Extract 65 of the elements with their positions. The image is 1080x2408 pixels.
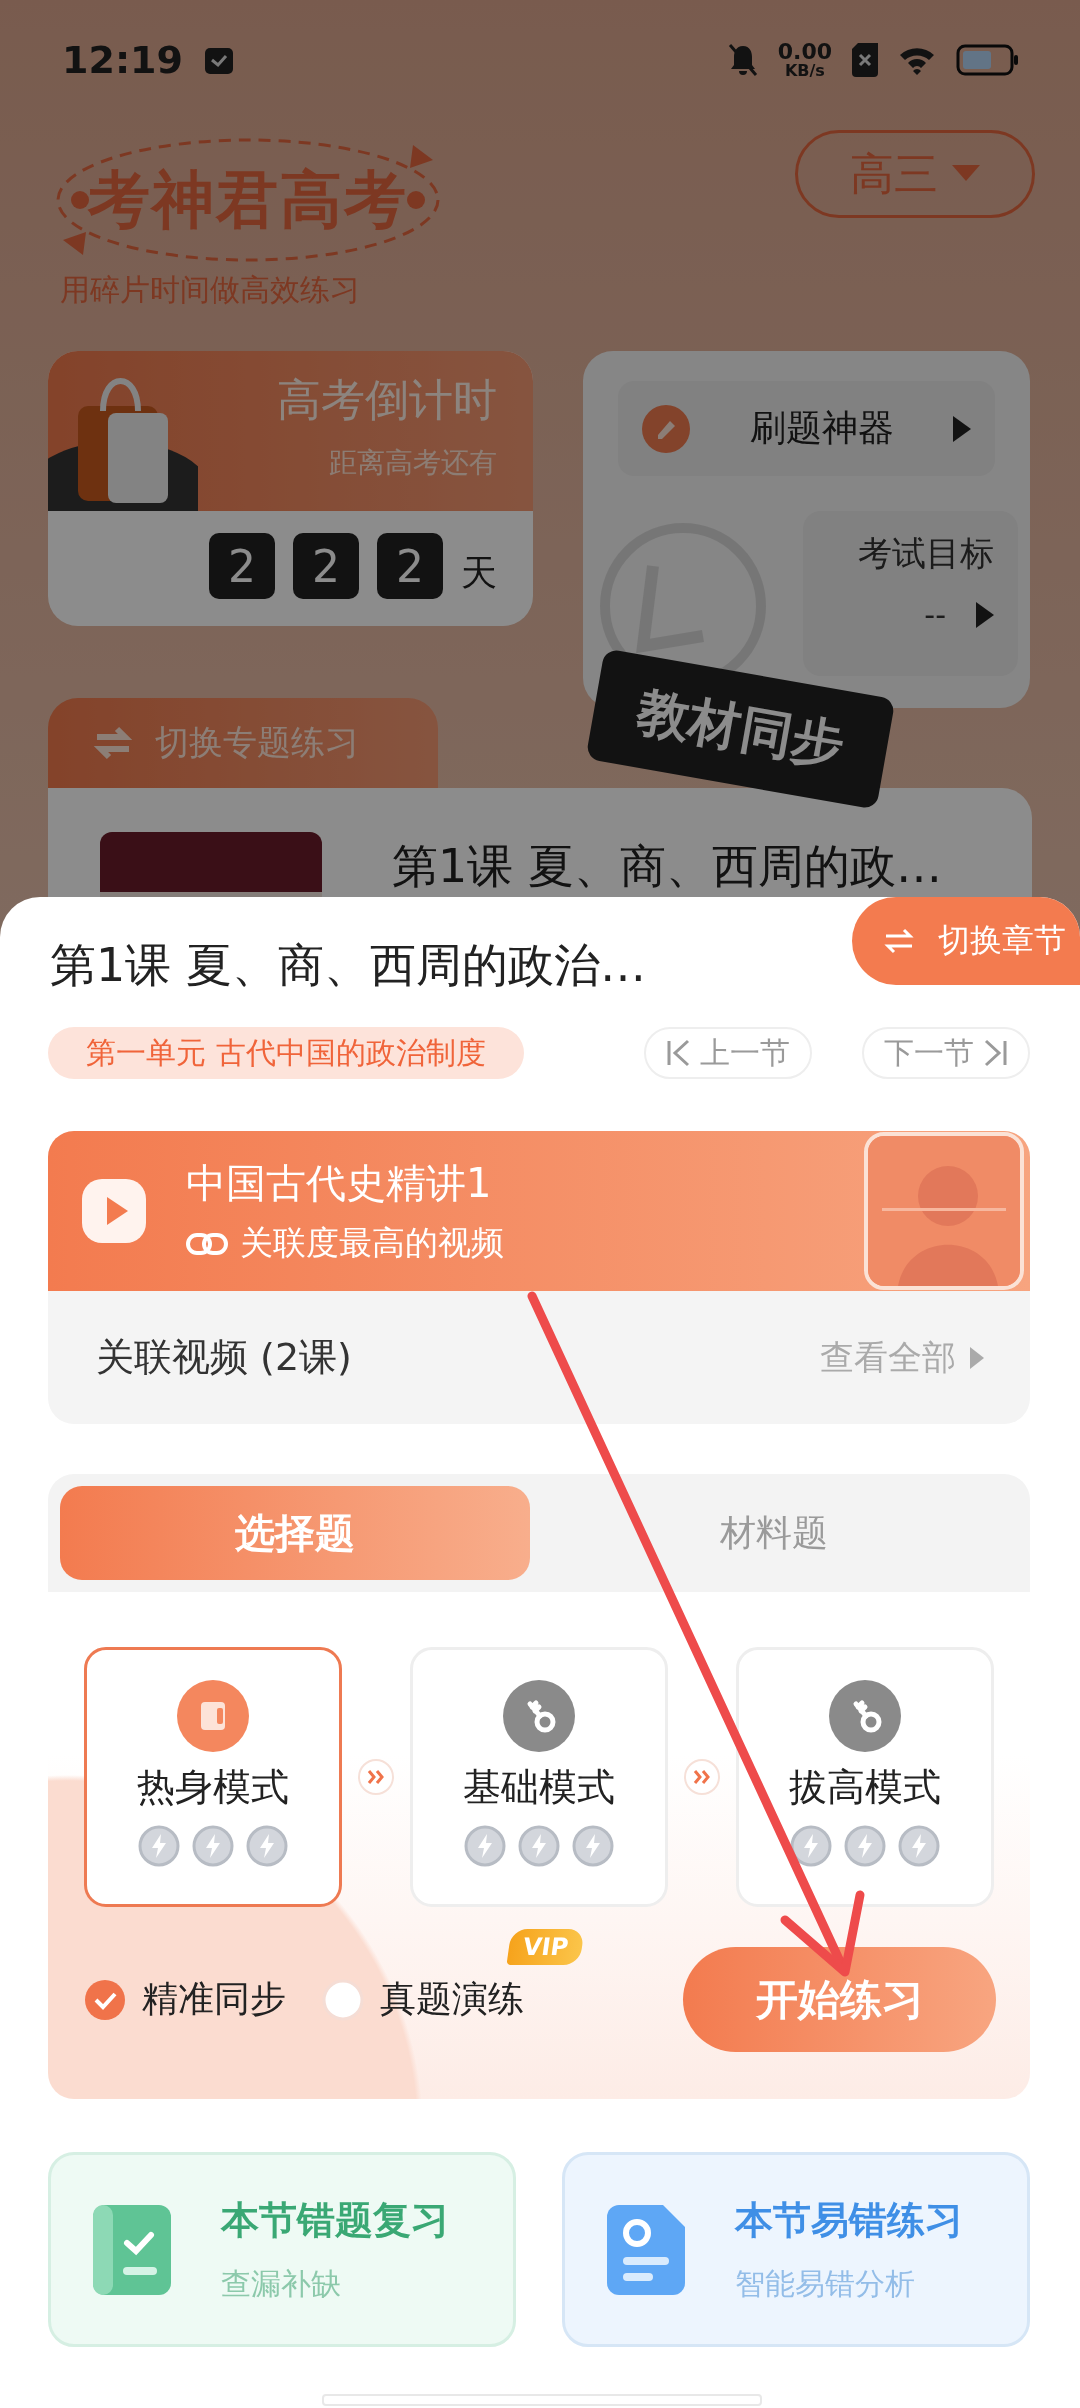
mode-card[interactable]: 拔高模式 bbox=[736, 1647, 994, 1907]
battery-icon bbox=[956, 44, 1018, 76]
lightning-coin-icon bbox=[790, 1825, 832, 1867]
play-arrow-icon bbox=[976, 601, 994, 628]
lightning-coin-icon bbox=[572, 1825, 614, 1867]
exam-goal-value: -- bbox=[924, 597, 946, 632]
sim-card-icon bbox=[852, 43, 878, 77]
wifi-icon bbox=[898, 45, 936, 75]
mode-card[interactable]: 基础模式 bbox=[410, 1647, 668, 1907]
lightning-coin-icon bbox=[518, 1825, 560, 1867]
unit-tag: 第一单元 古代中国的政治制度 bbox=[48, 1027, 524, 1079]
lightning-coin-icon bbox=[844, 1825, 886, 1867]
lesson-title: 第1课 夏、商、西周的政治… bbox=[49, 937, 646, 994]
pencil-badge-icon bbox=[642, 404, 690, 453]
video-card[interactable]: 中国古代史精讲1 关联度最高的视频 关联视频 (2课) 查看全部 bbox=[48, 1131, 1030, 1424]
previous-section-button[interactable]: 上一节 bbox=[644, 1027, 812, 1079]
next-section-button[interactable]: 下一节 bbox=[862, 1027, 1030, 1079]
play-arrow-icon bbox=[970, 1346, 984, 1369]
vip-badge: VIP bbox=[506, 1929, 585, 1965]
checklist-icon bbox=[93, 2204, 171, 2295]
play-icon bbox=[82, 1179, 146, 1243]
switch-chapter-button[interactable]: 切换章节 bbox=[852, 897, 1080, 985]
double-chevron-icon bbox=[684, 1759, 720, 1795]
option-checkbox[interactable]: 精准同步 bbox=[84, 1975, 286, 2024]
exam-goal-label: 考试目标 bbox=[858, 532, 994, 575]
double-chevron-icon bbox=[358, 1759, 394, 1795]
lightning-coin-icon bbox=[192, 1825, 234, 1867]
swap-arrows-icon bbox=[93, 725, 133, 761]
lightning-coin-icon bbox=[898, 1825, 940, 1867]
skip-back-icon bbox=[666, 1039, 692, 1067]
caret-icon bbox=[952, 165, 980, 183]
empty-circle-icon bbox=[322, 1978, 364, 2021]
shortcut-card[interactable]: 本节错题复习 查漏补缺 bbox=[48, 2152, 516, 2347]
shortcut-card[interactable]: 本节易错练习 智能易错分析 bbox=[562, 2152, 1030, 2347]
countdown-digit: 2 bbox=[293, 533, 359, 599]
lightning-coin-icon bbox=[138, 1825, 180, 1867]
bell-muted-icon bbox=[727, 43, 758, 77]
document-icon bbox=[607, 2204, 685, 2295]
network-speed: 0.00 bbox=[777, 41, 832, 63]
day-unit: 天 bbox=[461, 550, 497, 595]
countdown-digit: 2 bbox=[209, 533, 275, 599]
practice-tool-button[interactable]: 刷题神器 bbox=[618, 381, 995, 476]
question-type-tab[interactable]: 材料题 bbox=[530, 1486, 1018, 1580]
start-practice-button[interactable]: 开始练习 bbox=[683, 1947, 996, 2052]
related-videos-label: 关联视频 (2课) bbox=[96, 1334, 352, 1381]
status-time: 12:19 bbox=[62, 38, 183, 82]
view-all-link[interactable]: 查看全部 bbox=[814, 1333, 990, 1382]
mode-card[interactable]: 热身模式 bbox=[84, 1647, 342, 1907]
lightning-coin-icon bbox=[464, 1825, 506, 1867]
countdown-title: 高考倒计时 bbox=[277, 373, 497, 427]
video-title: 中国古代史精讲1 bbox=[186, 1159, 493, 1208]
checked-circle-icon bbox=[84, 1978, 126, 2021]
option-checkbox[interactable]: 真题演练 bbox=[322, 1975, 524, 2024]
video-subtitle: 关联度最高的视频 bbox=[240, 1222, 504, 1264]
countdown-digit: 2 bbox=[377, 533, 443, 599]
lesson-title: 第1课 夏、商、西周的政… bbox=[392, 838, 942, 895]
switch-topic-tab[interactable]: 切换专题练习 bbox=[48, 698, 438, 788]
network-unit: KB/s bbox=[784, 63, 825, 79]
play-arrow-icon bbox=[953, 415, 971, 442]
swap-arrows-icon bbox=[884, 927, 914, 955]
exam-goal-panel[interactable]: 考试目标 -- bbox=[803, 511, 1018, 676]
lightning-coin-icon bbox=[246, 1825, 288, 1867]
question-type-tab[interactable]: 选择题 bbox=[60, 1486, 530, 1580]
skip-forward-icon bbox=[982, 1039, 1008, 1067]
link-icon bbox=[186, 1231, 228, 1256]
